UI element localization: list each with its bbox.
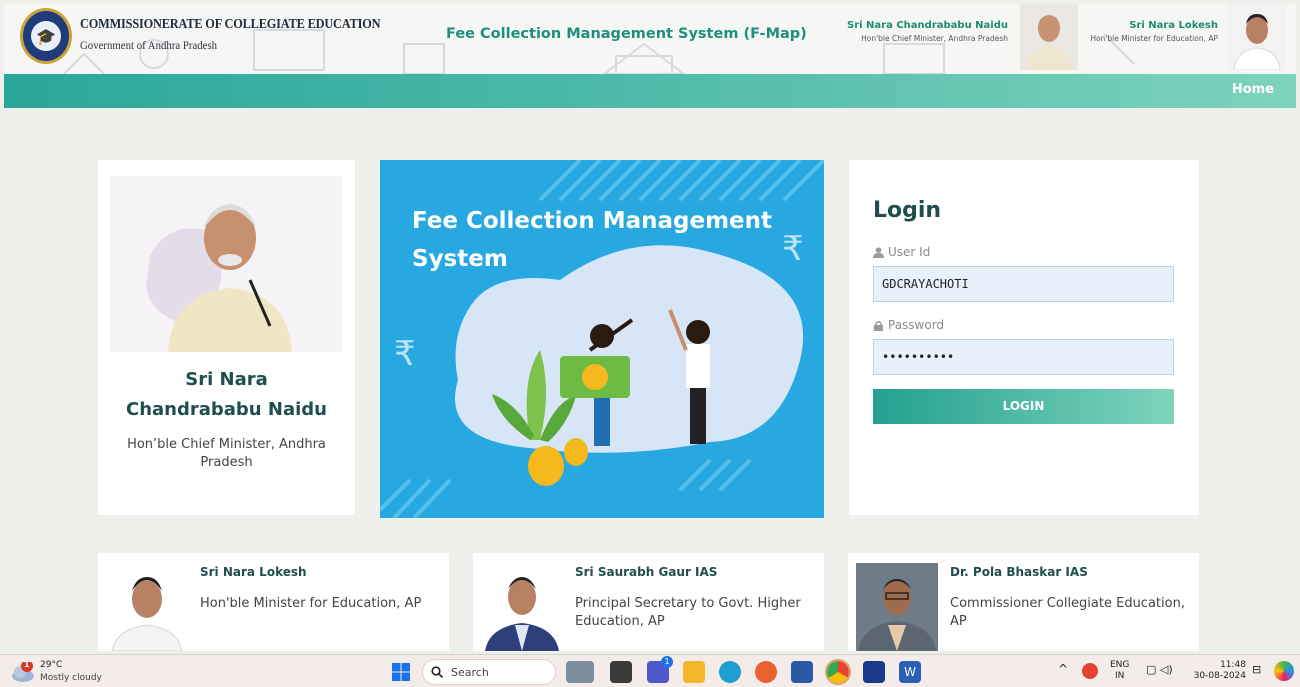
- language-code: ENG: [1110, 660, 1130, 670]
- org-subtitle: Government of Andhra Pradesh: [80, 38, 218, 52]
- widgets-icon[interactable]: [566, 661, 594, 683]
- chief-minister-card: Sri Nara Chandrababu Naidu Hon’ble Chief…: [98, 160, 355, 515]
- weather-temperature: 29°C: [40, 660, 63, 670]
- hero-banner: ₹ ₹ Fee Collection Management System: [380, 160, 824, 518]
- profile-card-education-minister: Sri Nara Lokesh Hon'ble Minister for Edu…: [98, 553, 449, 651]
- search-placeholder: Search: [451, 665, 489, 679]
- user-id-label: User Id: [873, 245, 930, 259]
- education-minister-photo: [1228, 4, 1286, 70]
- user-icon: [873, 246, 884, 258]
- login-button[interactable]: LOGIN: [873, 389, 1174, 424]
- user-id-input[interactable]: GDCRAYACHOTI: [873, 266, 1174, 302]
- leader-name: Sri Nara Chandrababu Naidu: [847, 20, 1008, 31]
- profile-name: Dr. Pola Bhaskar IAS: [950, 565, 1088, 579]
- profile-photo: [481, 563, 563, 651]
- leader-chief-minister: Sri Nara Chandrababu Naidu Hon'ble Chief…: [847, 20, 1008, 43]
- profile-photo: [856, 563, 938, 651]
- lock-icon: [874, 320, 883, 331]
- banner-title: Fee Collection Management System: [412, 208, 773, 272]
- person-portrait-icon: [106, 563, 188, 651]
- chief-minister-photo: [1020, 4, 1078, 70]
- org-name: COMMISSIONERATE OF COLLEGIATE EDUCATION: [80, 17, 381, 32]
- chevron-up-icon[interactable]: ^: [1058, 663, 1068, 675]
- profile-card-commissioner: Dr. Pola Bhaskar IAS Commissioner Colleg…: [848, 553, 1199, 651]
- leader-education-minister: Sri Nara Lokesh Hon'ble Minister for Edu…: [1090, 20, 1218, 43]
- weather-badge: 1: [24, 660, 30, 669]
- clock-date: 30-08-2024: [1193, 671, 1246, 681]
- network-volume-icon[interactable]: ▢ ◁): [1146, 664, 1173, 675]
- person-portrait-icon: [481, 563, 563, 651]
- person-portrait-icon: [110, 176, 342, 352]
- person-portrait-icon: [1228, 4, 1286, 70]
- search-icon: [431, 666, 443, 678]
- profile-name: Sri Saurabh Gaur IAS: [575, 565, 718, 579]
- profile-role: Principal Secretary to Govt. Higher Educ…: [575, 596, 801, 629]
- profile-name: Sri Nara Lokesh: [200, 565, 307, 579]
- chief-minister-role: Hon’ble Chief Minister, Andhra Pradesh: [127, 437, 326, 470]
- task-view-icon[interactable]: [610, 661, 632, 683]
- weather-description: Mostly cloudy: [40, 673, 102, 683]
- edge-browser-icon[interactable]: [719, 661, 741, 683]
- site-header: 🎓 COMMISSIONERATE OF COLLEGIATE EDUCATIO…: [4, 4, 1296, 74]
- password-label-text: Password: [888, 318, 945, 332]
- taskbar-search[interactable]: Search: [422, 659, 556, 685]
- person-portrait-icon: [856, 563, 938, 651]
- government-seal-logo[interactable]: 🎓: [20, 8, 72, 64]
- teams-badge: 1: [661, 656, 673, 668]
- word-icon[interactable]: W: [899, 661, 921, 683]
- svg-text:₹: ₹: [394, 334, 416, 374]
- password-label: Password: [873, 318, 944, 332]
- windows-logo-icon: [392, 663, 410, 681]
- nav-home-link[interactable]: Home: [1232, 82, 1274, 97]
- login-title: Login: [873, 198, 942, 223]
- profile-card-principal-secretary: Sri Saurabh Gaur IAS Principal Secretary…: [473, 553, 824, 651]
- person-portrait-icon: [1020, 4, 1078, 70]
- user-id-label-text: User Id: [888, 245, 931, 259]
- copilot-icon[interactable]: [1274, 661, 1294, 681]
- profile-photo: [106, 563, 188, 651]
- firefox-icon[interactable]: [755, 661, 777, 683]
- clock-time: 11:48: [1220, 660, 1246, 670]
- outlook-icon[interactable]: [863, 661, 885, 683]
- chrome-icon[interactable]: [825, 659, 851, 685]
- password-input[interactable]: ••••••••••: [873, 339, 1174, 375]
- chief-minister-name: Sri Nara Chandrababu Naidu: [126, 369, 327, 420]
- cloud-icon: [12, 662, 34, 682]
- leader-name: Sri Nara Lokesh: [1129, 20, 1218, 31]
- leader-role: Hon'ble Minister for Education, AP: [1090, 34, 1218, 43]
- leader-role: Hon'ble Chief Minister, Andhra Pradesh: [861, 34, 1008, 43]
- chief-minister-portrait: [110, 176, 342, 352]
- login-card: Login User Id GDCRAYACHOTI Password ••••…: [849, 160, 1199, 515]
- microsoft-store-icon[interactable]: [791, 661, 813, 683]
- file-explorer-icon[interactable]: [683, 661, 705, 683]
- system-title: Fee Collection Management System (F-Map): [446, 26, 807, 42]
- system-clock[interactable]: 11:48 30-08-2024: [1192, 660, 1246, 682]
- main-navbar: Home: [4, 74, 1296, 108]
- teams-icon[interactable]: 1: [647, 656, 673, 683]
- profile-role: Commissioner Collegiate Education, AP: [950, 596, 1185, 629]
- region-code: IN: [1115, 671, 1125, 681]
- profile-role: Hon'ble Minister for Education, AP: [200, 596, 422, 611]
- tray-app-icon[interactable]: [1082, 663, 1098, 679]
- language-indicator[interactable]: ENG IN: [1110, 660, 1129, 682]
- graduate-icon: 🎓: [31, 21, 61, 51]
- windows-start-icon[interactable]: [390, 661, 412, 683]
- notifications-icon[interactable]: ⊟: [1252, 664, 1261, 675]
- windows-taskbar: 1 29°C Mostly cloudy Search 1 W ^ ENG IN…: [0, 654, 1300, 687]
